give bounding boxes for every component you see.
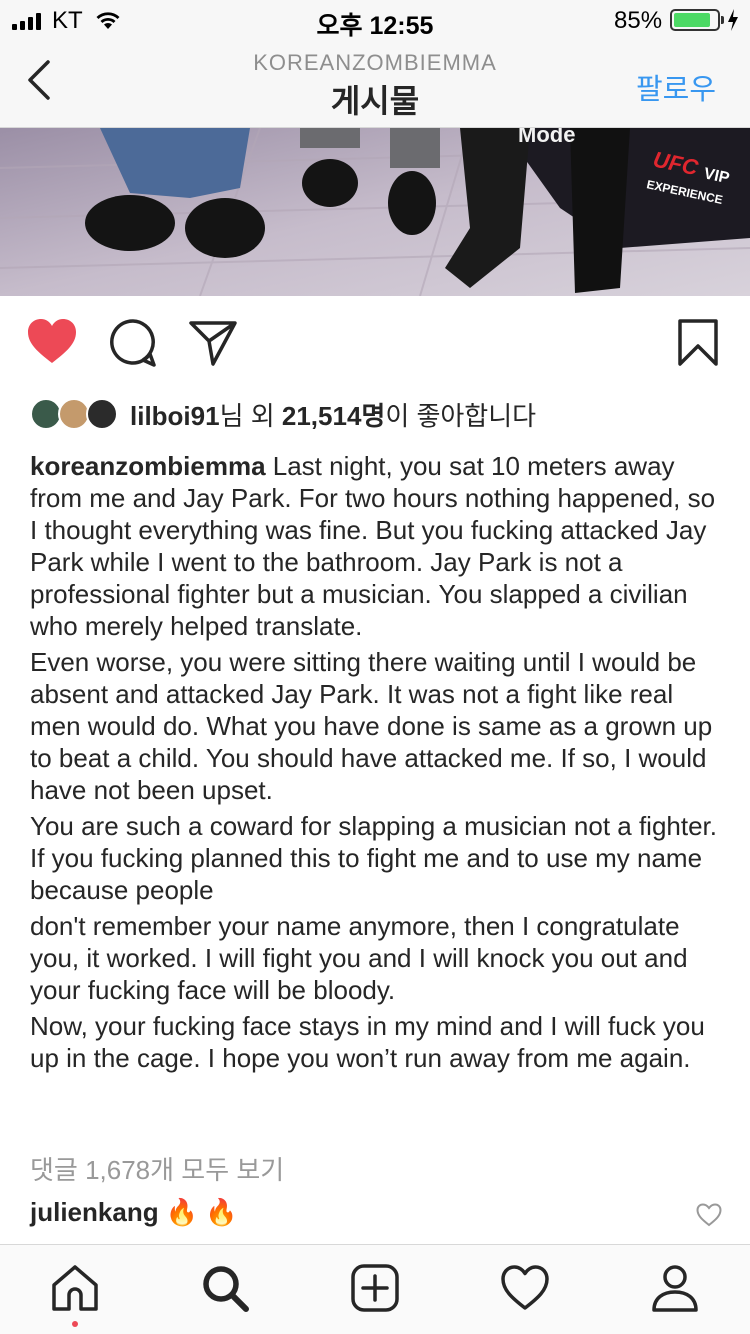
bookmark-icon[interactable]	[676, 318, 720, 368]
battery-level	[674, 13, 710, 27]
notification-dot	[72, 1321, 78, 1327]
comment-text: 🔥 🔥	[165, 1197, 238, 1227]
post-image: Mode UFC VIP EXPERIENCE	[0, 128, 750, 296]
heart-filled-icon[interactable]	[26, 318, 78, 366]
nav-header: KOREANZOMBIEMMA 게시물 팔로우	[0, 40, 750, 128]
follow-button[interactable]: 팔로우	[636, 66, 716, 108]
status-bar: KT 오후 12:55 85%	[0, 0, 750, 40]
battery-icon	[670, 9, 720, 31]
battery-percent: 85%	[614, 7, 663, 34]
liker-avatars	[30, 396, 122, 432]
caption-paragraph: koreanzombiemma Last night, you sat 10 m…	[30, 450, 720, 642]
caption-paragraph: Even worse, you were sitting there waiti…	[30, 647, 713, 805]
comment-like-heart-icon[interactable]	[696, 1203, 722, 1227]
post-actions	[0, 296, 750, 392]
comment-row: julienkang 🔥 🔥	[30, 1197, 238, 1228]
profile-icon[interactable]	[650, 1263, 700, 1313]
likes-suffix-1: 님 외	[219, 400, 282, 431]
post-caption: koreanzombiemma Last night, you sat 10 m…	[30, 450, 720, 1078]
post-photo[interactable]: Mode UFC VIP EXPERIENCE	[0, 128, 750, 296]
home-icon[interactable]	[50, 1263, 100, 1313]
share-icon[interactable]	[188, 318, 238, 368]
activity-icon[interactable]	[500, 1263, 550, 1313]
battery-cap	[721, 16, 724, 24]
view-all-comments-link[interactable]: 댓글 1,678개 모두 보기	[30, 1150, 284, 1187]
caption-paragraph: You are such a coward for slapping a mus…	[30, 811, 718, 905]
new-post-icon[interactable]	[350, 1263, 400, 1313]
search-icon[interactable]	[200, 1263, 250, 1313]
liker-username[interactable]: lilboi91	[130, 401, 220, 431]
likes-text: lilboi91님 외 21,514명이 좋아합니다	[130, 396, 536, 433]
caption-paragraph: Now, your fucking face stays in my mind …	[30, 1011, 705, 1073]
caption-paragraph: don't remember your name anymore, then I…	[30, 911, 688, 1005]
avatar	[86, 398, 118, 430]
sign-text-mode: Mode	[518, 128, 575, 147]
bottom-tab-bar	[0, 1244, 750, 1334]
caption-username[interactable]: koreanzombiemma	[30, 451, 266, 481]
comment-username[interactable]: julienkang	[30, 1197, 159, 1227]
comment-icon[interactable]	[108, 318, 158, 368]
charging-bolt-icon	[728, 9, 738, 31]
likes-count[interactable]: 21,514명	[282, 401, 385, 431]
likes-suffix-2: 이 좋아합니다	[385, 400, 537, 431]
likes-summary[interactable]: lilboi91님 외 21,514명이 좋아합니다	[30, 394, 536, 434]
